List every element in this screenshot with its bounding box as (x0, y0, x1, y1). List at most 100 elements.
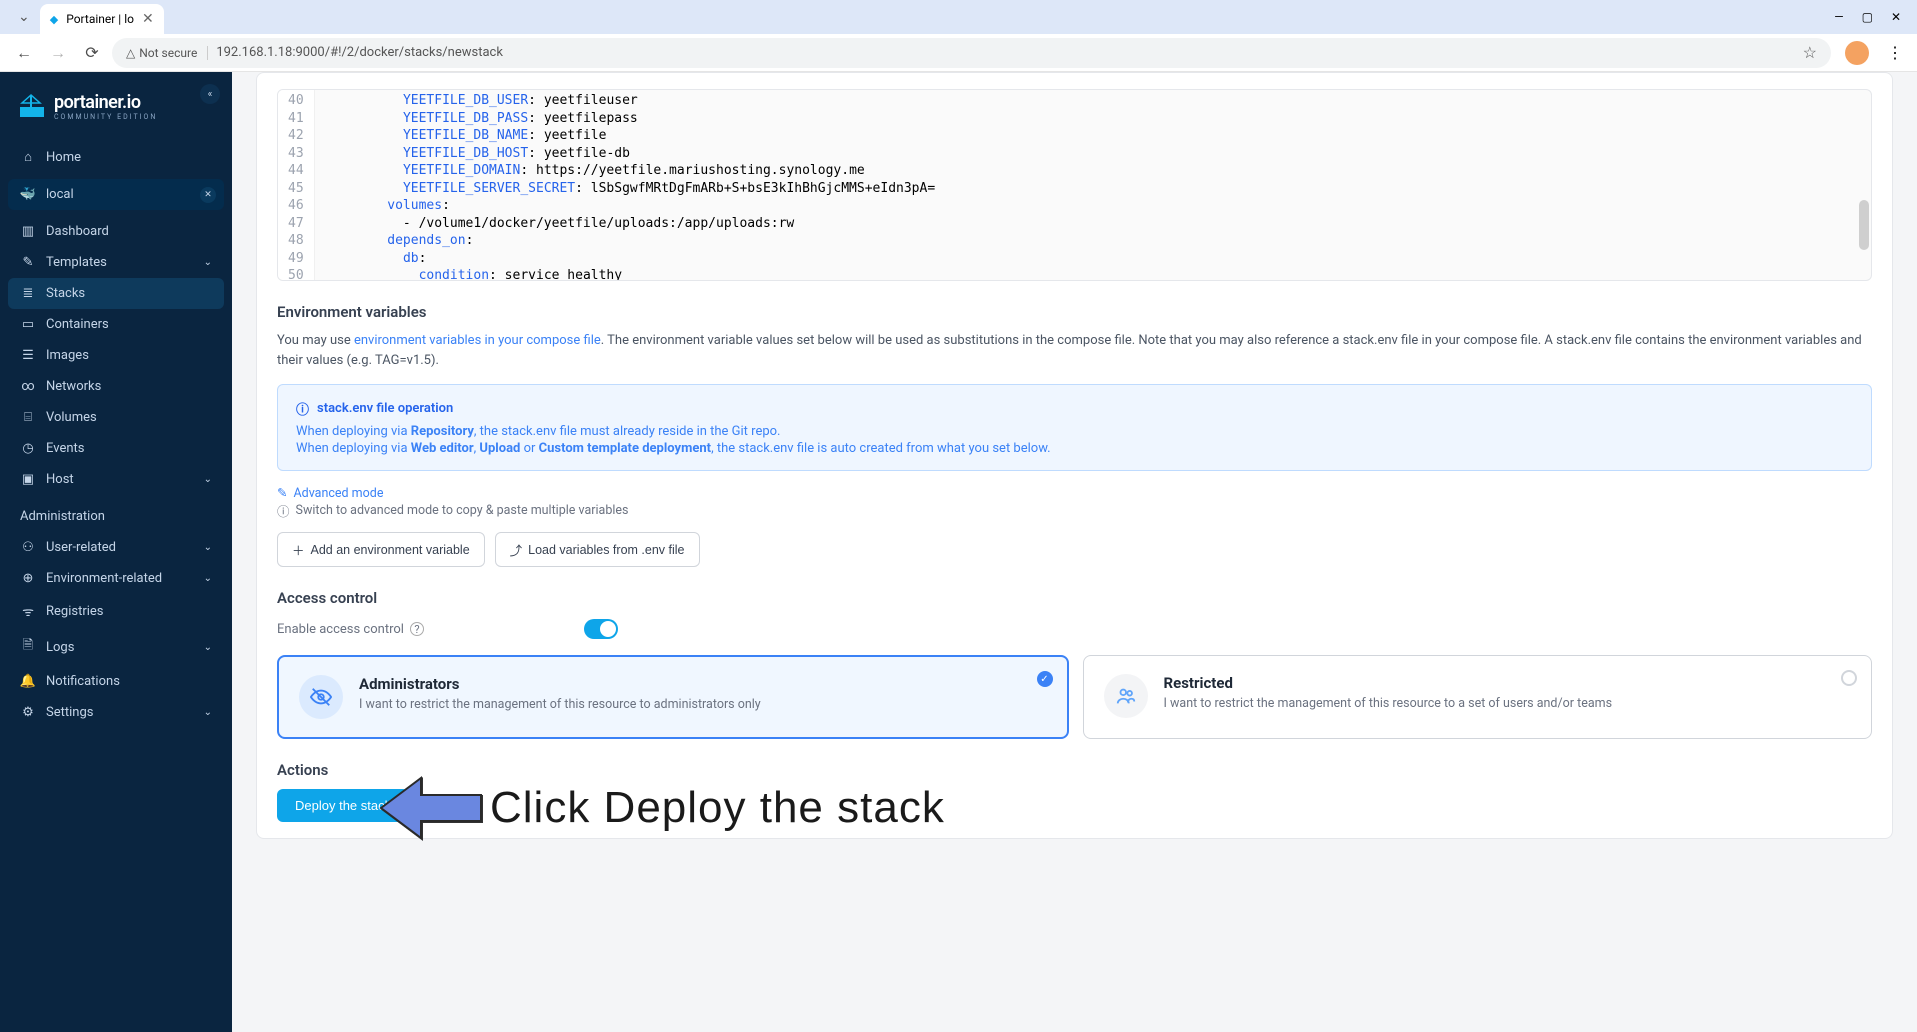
browser-tab[interactable]: ◆ Portainer | lo ✕ (40, 4, 164, 34)
help-icon[interactable]: ? (410, 622, 424, 636)
sidebar-item-stacks[interactable]: ≣Stacks (8, 278, 224, 309)
sidebar-section-administration: Administration (8, 495, 224, 532)
logo-subtitle: COMMUNITY EDITION (54, 113, 157, 121)
sidebar-item-networks[interactable]: ∞Networks (8, 371, 224, 402)
nav-back-icon[interactable]: ← (10, 39, 38, 67)
sidebar: « portainer.io COMMUNITY EDITION ⌂ Home … (0, 72, 232, 1032)
sidebar-item-host[interactable]: ▣Host⌄ (8, 464, 224, 495)
templates-icon: ✎ (20, 255, 36, 270)
logo: portainer.io COMMUNITY EDITION (8, 84, 224, 141)
info-small-icon: ⓘ (277, 501, 290, 520)
editor-gutter: 404142434445464748495051 (278, 90, 315, 280)
window-maximize-icon[interactable]: ▢ (1862, 10, 1873, 24)
editor-scrollbar[interactable] (1859, 200, 1869, 250)
users-icon: ⚇ (20, 540, 36, 555)
url-text: 192.168.1.18:9000/#!/2/docker/stacks/new… (216, 45, 503, 60)
window-close-icon[interactable]: ✕ (1891, 10, 1901, 24)
sidebar-item-settings[interactable]: ⚙Settings⌄ (8, 697, 224, 728)
sidebar-item-logs[interactable]: 🗎Logs⌄ (8, 628, 224, 666)
sidebar-item-environment-related[interactable]: ⊕Environment-related⌄ (8, 563, 224, 594)
users-group-icon (1104, 674, 1148, 718)
url-bar[interactable]: △ Not secure 192.168.1.18:9000/#!/2/dock… (112, 38, 1831, 68)
chevron-down-icon: ⌄ (204, 573, 212, 584)
nav-reload-icon[interactable]: ⟳ (78, 39, 106, 67)
edit-icon: ✎ (277, 485, 287, 501)
warning-icon: △ (126, 46, 135, 60)
sidebar-item-templates[interactable]: ✎Templates⌄ (8, 247, 224, 278)
host-icon: ▣ (20, 472, 36, 487)
bookmark-star-icon[interactable]: ☆ (1803, 43, 1817, 62)
access-restricted-choice[interactable]: Restricted I want to restrict the manage… (1083, 655, 1873, 739)
registries-icon: ᯤ (20, 602, 36, 620)
sidebar-item-containers[interactable]: ▭Containers (8, 309, 224, 340)
sidebar-item-images[interactable]: ☰Images (8, 340, 224, 371)
tab-close-icon[interactable]: ✕ (142, 11, 154, 27)
globe-icon: ⊕ (20, 571, 36, 586)
actions-title: Actions (277, 761, 1872, 779)
networks-icon: ∞ (20, 379, 36, 394)
chevron-down-icon[interactable]: ⌄ (8, 9, 40, 25)
stack-env-info-box: ⓘstack.env file operation When deploying… (277, 384, 1872, 471)
compose-editor[interactable]: 404142434445464748495051 YEETFILE_DB_USE… (277, 89, 1872, 281)
sidebar-item-home[interactable]: ⌂ Home (8, 141, 224, 173)
advanced-mode-link[interactable]: ✎Advanced mode (277, 485, 1872, 501)
advanced-mode-hint: ⓘSwitch to advanced mode to copy & paste… (277, 501, 1872, 520)
security-chip[interactable]: △ Not secure (126, 46, 208, 60)
main-content: 404142434445464748495051 YEETFILE_DB_USE… (232, 72, 1917, 1032)
sidebar-item-events[interactable]: ◷Events (8, 433, 224, 464)
access-restricted-desc: I want to restrict the management of thi… (1164, 696, 1613, 711)
sidebar-item-notifications[interactable]: 🔔Notifications (8, 666, 224, 697)
editor-code[interactable]: YEETFILE_DB_USER: yeetfileuser YEETFILE_… (315, 90, 946, 280)
browser-tabstrip: ⌄ ◆ Portainer | lo ✕ — ▢ ✕ (0, 0, 1917, 34)
chevron-down-icon: ⌄ (204, 474, 212, 485)
env-close-icon[interactable]: ✕ (200, 187, 216, 203)
events-icon: ◷ (20, 441, 36, 456)
sidebar-item-registries[interactable]: ᯤRegistries (8, 594, 224, 628)
sidebar-item-user-related[interactable]: ⚇User-related⌄ (8, 532, 224, 563)
annotation-text: Click Deploy the stack (490, 783, 945, 833)
upload-icon: ⤴ (510, 540, 523, 559)
sidebar-collapse-icon[interactable]: « (200, 84, 220, 104)
radio-unchecked-icon (1841, 670, 1857, 686)
volumes-icon: ⌸ (20, 410, 36, 425)
add-env-var-button[interactable]: ＋Add an environment variable (277, 532, 485, 567)
portainer-logo-icon (18, 93, 46, 121)
chevron-down-icon: ⌄ (204, 707, 212, 718)
profile-avatar[interactable] (1845, 41, 1869, 65)
load-env-file-button[interactable]: ⤴Load variables from .env file (495, 532, 700, 567)
env-mode-links: ✎Advanced mode ⓘSwitch to advanced mode … (277, 485, 1872, 520)
access-admin-choice[interactable]: Administrators I want to restrict the ma… (277, 655, 1069, 739)
env-vars-doc-link[interactable]: environment variables in your compose fi… (354, 333, 601, 348)
docker-icon: 🐳 (20, 187, 36, 202)
enable-access-control-toggle[interactable] (584, 619, 618, 639)
env-vars-title: Environment variables (277, 303, 1872, 321)
check-icon: ✓ (1037, 671, 1053, 687)
stacks-icon: ≣ (20, 286, 36, 301)
browser-navbar: ← → ⟳ △ Not secure 192.168.1.18:9000/#!/… (0, 34, 1917, 72)
nav-forward-icon[interactable]: → (44, 39, 72, 67)
home-icon: ⌂ (20, 149, 36, 165)
chevron-down-icon: ⌄ (204, 257, 212, 268)
images-icon: ☰ (20, 348, 36, 363)
info-icon: ⓘ (296, 399, 309, 418)
tab-favicon-icon: ◆ (50, 13, 58, 26)
access-restricted-title: Restricted (1164, 674, 1613, 692)
stack-form-card: 404142434445464748495051 YEETFILE_DB_USE… (256, 72, 1893, 839)
eye-off-icon (299, 675, 343, 719)
access-admin-title: Administrators (359, 675, 761, 693)
tutorial-annotation: Click Deploy the stack (376, 773, 945, 843)
access-control-title: Access control (277, 589, 1872, 607)
browser-menu-icon[interactable]: ⋮ (1883, 43, 1907, 62)
sidebar-item-volumes[interactable]: ⌸Volumes (8, 402, 224, 433)
containers-icon: ▭ (20, 317, 36, 332)
dashboard-icon: ▥ (20, 224, 36, 239)
window-minimize-icon[interactable]: — (1834, 10, 1843, 24)
chevron-down-icon: ⌄ (204, 642, 212, 653)
env-vars-description: You may use environment variables in you… (277, 331, 1872, 370)
bell-icon: 🔔 (20, 674, 36, 689)
sidebar-environment-header[interactable]: 🐳 local ✕ (8, 179, 224, 210)
plus-icon: ＋ (292, 540, 305, 559)
sidebar-item-dashboard[interactable]: ▥Dashboard (8, 216, 224, 247)
gear-icon: ⚙ (20, 705, 36, 720)
deploy-stack-button[interactable]: Deploy the stack (277, 789, 409, 822)
